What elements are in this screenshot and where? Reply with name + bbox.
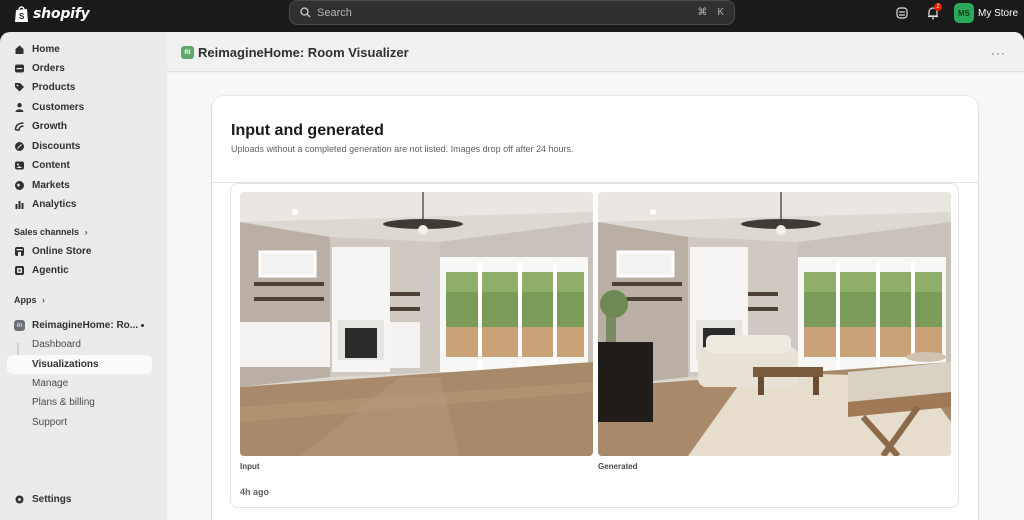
sidebar-item-agentic[interactable]: Agentic: [7, 261, 152, 280]
avatar: MS: [954, 3, 974, 23]
growth-icon: [14, 121, 25, 132]
sidebar-item-customers[interactable]: Customers: [7, 98, 152, 117]
tag-icon: [14, 82, 25, 93]
app-header: RI ReimagineHome: Room Visualizer ···: [167, 32, 1024, 72]
app-icon-wrap: RI: [14, 320, 25, 331]
sidebar-item-analytics[interactable]: Analytics: [7, 195, 152, 214]
sidebar-item-online-store[interactable]: Online Store: [7, 242, 152, 261]
sidebar-item-label: Online Store: [32, 246, 92, 257]
top-bar: S shopify Search ⌘ K 2 MS My Store: [0, 0, 1024, 32]
agentic-icon: [14, 265, 25, 276]
subnav-plans-billing[interactable]: Plans & billing: [7, 393, 152, 412]
shopify-wordmark: shopify: [33, 6, 90, 22]
notification-badge: 2: [934, 3, 942, 11]
shopify-logo[interactable]: S shopify: [14, 5, 90, 23]
orders-icon: [14, 63, 25, 74]
subnav-label: Plans & billing: [32, 397, 95, 408]
sidebar-item-label: Growth: [32, 121, 67, 132]
search-icon: [300, 7, 311, 18]
sidekick-icon[interactable]: [895, 6, 911, 22]
reimaginehome-logo: RI: [181, 46, 194, 59]
svg-text:S: S: [19, 12, 25, 21]
sidebar-item-products[interactable]: Products: [7, 78, 152, 97]
content-icon: [14, 160, 25, 171]
subnav-manage[interactable]: Manage: [7, 374, 152, 393]
sidebar-item-label: Content: [32, 160, 70, 171]
reimaginehome-app-icon: RI: [14, 320, 25, 331]
sales-channels-label: Sales channels: [14, 227, 80, 237]
sidebar-item-app-reimaginehome[interactable]: RI ReimagineHome: Ro...: [7, 316, 152, 335]
input-image[interactable]: [240, 192, 593, 456]
store-name: My Store: [978, 7, 1019, 19]
visualization-card: Input and generated Uploads without a co…: [212, 96, 978, 520]
sidebar-item-orders[interactable]: Orders: [7, 59, 152, 78]
sidebar: Home Orders Products Customers Growth Di…: [0, 32, 167, 520]
sidebar-item-label: Discounts: [32, 141, 81, 152]
subnav-label: Support: [32, 417, 68, 428]
visualization-item: Input Generated 4h ago: [230, 183, 959, 508]
subnav-label: Dashboard: [32, 339, 81, 350]
card-title: Input and generated: [231, 122, 384, 139]
search-placeholder: Search: [317, 6, 352, 19]
apps-heading[interactable]: Apps ›: [14, 295, 45, 305]
generated-image[interactable]: [598, 192, 951, 456]
shopify-bag-icon: S: [15, 6, 28, 22]
sidebar-item-label: Products: [32, 82, 76, 93]
sidebar-item-label: Markets: [32, 180, 70, 191]
sidebar-item-growth[interactable]: Growth: [7, 117, 152, 136]
input-label: Input: [240, 462, 260, 471]
sidebar-item-content[interactable]: Content: [7, 156, 152, 175]
subnav-dashboard[interactable]: Dashboard: [7, 335, 152, 354]
bar-chart-icon: [14, 199, 25, 210]
sidebar-item-label: Settings: [32, 494, 72, 505]
card-subtitle: Uploads without a completed generation a…: [231, 144, 574, 154]
discount-icon: [14, 141, 25, 152]
more-actions-button[interactable]: ···: [991, 46, 1006, 60]
gear-icon: [14, 494, 25, 505]
sidebar-item-label: Analytics: [32, 199, 77, 210]
sidebar-item-label: Agentic: [32, 265, 69, 276]
sidebar-item-markets[interactable]: Markets: [7, 176, 152, 195]
app-title-group: RI ReimagineHome: Room Visualizer: [181, 45, 409, 60]
person-icon: [14, 102, 25, 113]
subnav-label: Manage: [32, 378, 69, 389]
store-menu-button[interactable]: MS My Store: [954, 3, 1018, 23]
notifications-bell-icon[interactable]: 2: [926, 3, 942, 22]
subnav-label: Visualizations: [32, 359, 99, 370]
sidebar-item-home[interactable]: Home: [7, 40, 152, 59]
store-icon: [14, 246, 25, 257]
pin-dot-icon[interactable]: [141, 324, 144, 327]
app-content: Input and generated Uploads without a co…: [167, 73, 1024, 520]
sidebar-item-label: Orders: [32, 63, 65, 74]
sales-channels-heading[interactable]: Sales channels ›: [14, 227, 88, 237]
globe-icon: [14, 180, 25, 191]
sidebar-item-label: Customers: [32, 102, 85, 113]
search-input[interactable]: Search ⌘ K: [289, 0, 735, 25]
shortcut-key: K: [717, 7, 724, 18]
subnav-visualizations[interactable]: Visualizations: [7, 355, 152, 374]
sidebar-item-settings[interactable]: Settings: [7, 490, 152, 509]
chevron-right-icon: ›: [84, 227, 88, 237]
sidebar-item-discounts[interactable]: Discounts: [7, 137, 152, 156]
main-area: RI ReimagineHome: Room Visualizer ··· In…: [167, 32, 1024, 520]
sidebar-item-label: Home: [32, 44, 60, 55]
subnav-support[interactable]: Support: [7, 413, 152, 432]
shortcut-cmd: ⌘: [697, 7, 708, 18]
home-icon: [14, 44, 25, 55]
timestamp: 4h ago: [240, 487, 270, 497]
sidebar-item-label: ReimagineHome: Ro...: [32, 320, 139, 331]
page-title: ReimagineHome: Room Visualizer: [198, 45, 409, 60]
chevron-right-icon: ›: [42, 295, 46, 305]
generated-label: Generated: [598, 462, 638, 471]
apps-label: Apps: [14, 295, 37, 305]
